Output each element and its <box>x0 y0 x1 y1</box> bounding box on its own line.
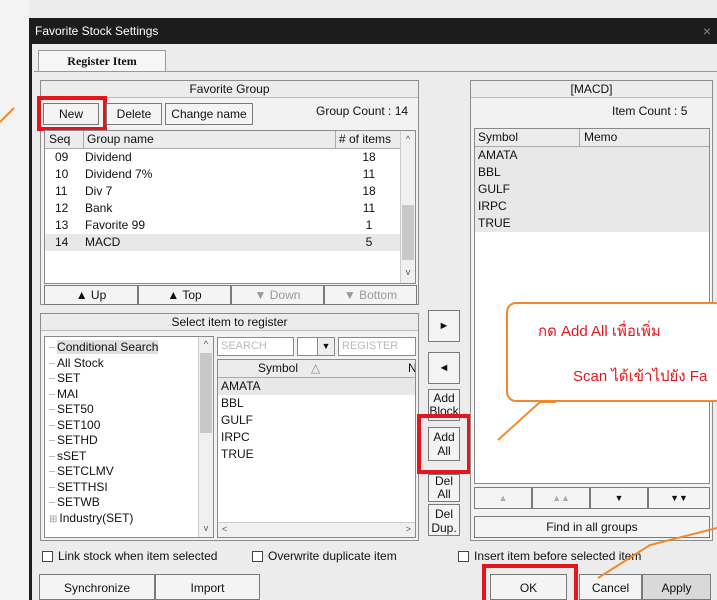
callout-line-1: กด Add All เพื่อเพิ่ม <box>538 323 661 340</box>
arrow-to-ok-button <box>597 527 717 579</box>
screen: Favorite Stock Settings × Register Item … <box>0 0 717 600</box>
callout-line-2: Scan ได้เข้าไปยัง Fa <box>573 368 708 385</box>
annotation-overlay <box>0 107 717 579</box>
callout-pointer <box>497 401 556 441</box>
arrow-to-new-button <box>0 107 15 123</box>
instruction-callout: กด Add All เพื่อเพิ่ม Scan ได้เข้าไปยัง … <box>506 302 717 402</box>
